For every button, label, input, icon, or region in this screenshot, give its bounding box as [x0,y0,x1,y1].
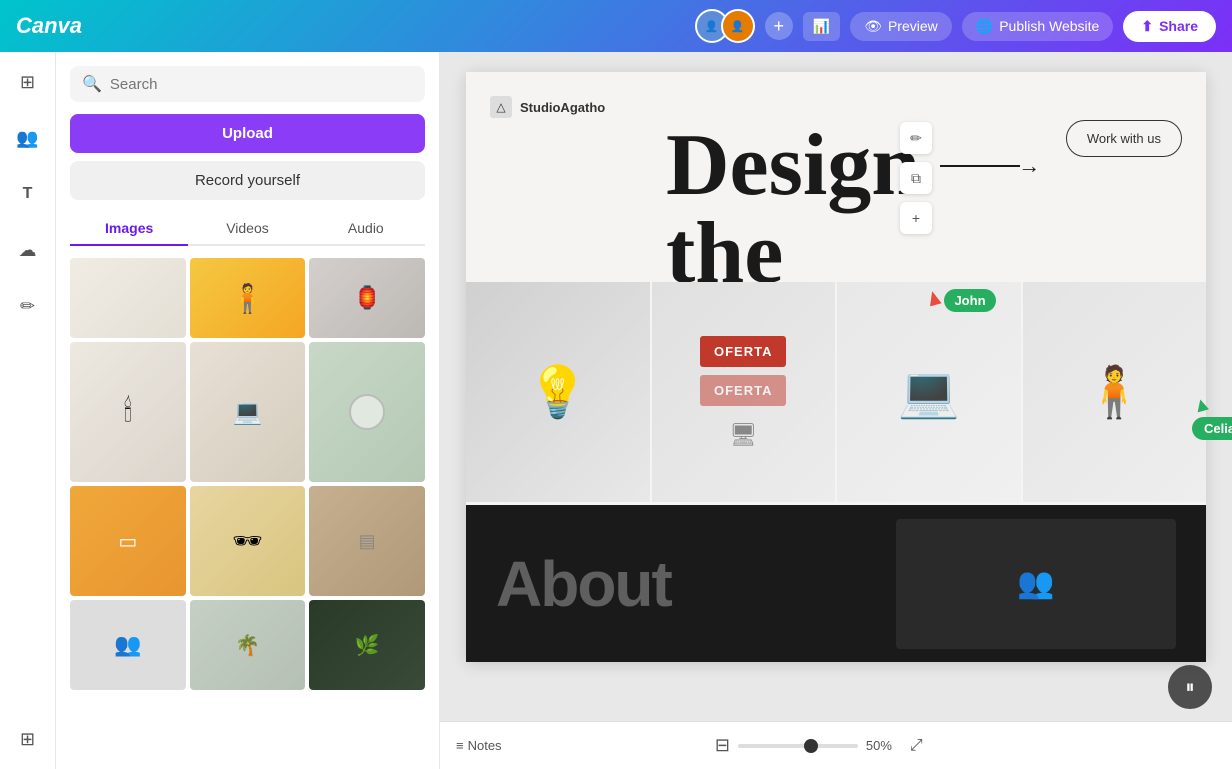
share-button[interactable]: ⬆ Share [1123,11,1216,42]
celia-cursor-arrow: ▲ [1189,392,1214,419]
bottom-center: ⊟ 50% ⤢ [715,735,923,756]
avatar-group: 👤 👤 [695,9,755,43]
john-name-badge: John [944,289,995,312]
zoom-slider[interactable] [738,744,858,748]
share-icon: ⬆ [1141,18,1153,35]
oferta-badge: OFERTA [700,336,786,367]
slide-2: About 👥 [466,502,1206,662]
layout-icon[interactable]: ⊞ [10,64,46,100]
topbar-center: 👤 👤 + 📊 👁 Preview 🌐 Publish Website ⬆ Sh… [695,9,1216,43]
search-input[interactable] [110,76,413,93]
main-layout: ⊞ 👥 T ☁ ✏ ⊞ 🔍 Upload Record yourself Ima… [0,52,1232,769]
analytics-button[interactable]: 📊 [803,12,840,41]
list-item[interactable] [70,258,186,338]
avatar-user2: 👤 [721,9,755,43]
text-icon[interactable]: T [10,176,46,212]
media-tabs: Images Videos Audio [70,212,425,246]
copy-canvas-button[interactable]: ⧉ [900,162,932,194]
pause-button[interactable]: ⏸ [1168,665,1212,709]
canvas-tools: ✏ ⧉ + [900,122,932,234]
topbar: Canva 👤 👤 + 📊 👁 Preview 🌐 Publish Websit… [0,0,1232,52]
tab-videos[interactable]: Videos [188,212,306,246]
fullscreen-icon: ⤢ [910,737,923,754]
search-icon: 🔍 [82,74,102,94]
chart-icon: 📊 [813,18,830,34]
john-cursor: John [928,287,996,312]
list-item[interactable]: 🏮 [309,258,425,338]
draw-icon[interactable]: ✏ [10,288,46,324]
add-canvas-button[interactable]: + [900,202,932,234]
about-text: About [496,548,671,620]
publish-website-button[interactable]: 🌐 Publish Website [962,12,1114,41]
globe-icon: 🌐 [976,18,993,35]
list-item[interactable] [309,342,425,482]
fullscreen-button[interactable]: ⤢ [910,737,923,755]
list-item[interactable]: 🌴 [190,600,306,690]
list-item[interactable]: 👥 [70,600,186,690]
list-item[interactable]: ▭ [70,486,186,596]
preview-button[interactable]: 👁 Preview [850,12,952,41]
eye-icon: 👁 [864,18,882,35]
design-text: Design [666,122,920,210]
about-section: About [496,547,896,621]
laptop-image: 💻 [837,282,1023,502]
about-image: 👥 [896,519,1176,649]
list-item[interactable]: 🧍 [190,258,306,338]
bottom-images-row: 💡 OFERTA OFERTA 🖥 💻 [466,282,1206,502]
zoom-slider-thumb[interactable] [804,739,818,753]
pause-icon: ⏸ [1186,677,1195,698]
oferta-image: OFERTA OFERTA 🖥 [652,282,838,502]
celia-cursor: ▲ Celia [1192,394,1232,440]
lamp-image: 💡 [466,282,652,502]
apps-icon[interactable]: ⊞ [10,721,46,757]
upload-button[interactable]: Upload [70,114,425,153]
tab-images[interactable]: Images [70,212,188,246]
list-item[interactable]: 🕶 [190,486,306,596]
list-item[interactable]: 💻 [190,342,306,482]
list-item[interactable]: ▤ [309,486,425,596]
slide-1: △ StudioAgatho Work with us Design → [466,72,1206,502]
notes-button[interactable]: ≡ Notes [456,738,502,753]
canvas-area: ✏ ⧉ + John ▲ Celia △ [440,52,1232,769]
canvas-scroll[interactable]: △ StudioAgatho Work with us Design → [440,52,1232,721]
search-box: 🔍 [70,66,425,102]
notes-icon: ≡ [456,738,464,753]
list-item[interactable]: 🕯 [70,342,186,482]
record-yourself-button[interactable]: Record yourself [70,161,425,200]
arrow-decoration: → [940,153,1040,179]
oferta-badge-2: OFERTA [700,375,786,406]
tab-audio[interactable]: Audio [307,212,425,246]
people-icon[interactable]: 👥 [10,120,46,156]
slide-wrapper: △ StudioAgatho Work with us Design → [466,72,1206,662]
image-grid: 🧍 🏮 🕯 💻 ▭ 🕶 [70,258,425,690]
zoom-level: 50% [866,738,902,753]
list-item[interactable]: 🌿 [309,600,425,690]
work-with-us-button[interactable]: Work with us [1066,120,1182,157]
icon-bar: ⊞ 👥 T ☁ ✏ ⊞ [0,52,56,769]
pages-icon-button[interactable]: ⊟ [715,735,730,756]
bottom-left: ≡ Notes [456,738,502,753]
media-panel: 🔍 Upload Record yourself Images Videos A… [56,52,440,769]
person-image: 🧍 [1023,282,1207,502]
edit-canvas-button[interactable]: ✏ [900,122,932,154]
bottom-bar: ≡ Notes ⊟ 50% ⤢ [440,721,1232,769]
cloud-upload-icon[interactable]: ☁ [10,232,46,268]
pages-icon: ⊟ [715,735,730,755]
canva-logo: Canva [16,13,82,39]
slide-logo: △ StudioAgatho [490,96,605,118]
add-collaborator-button[interactable]: + [765,12,793,40]
celia-name-badge: Celia [1192,417,1232,440]
